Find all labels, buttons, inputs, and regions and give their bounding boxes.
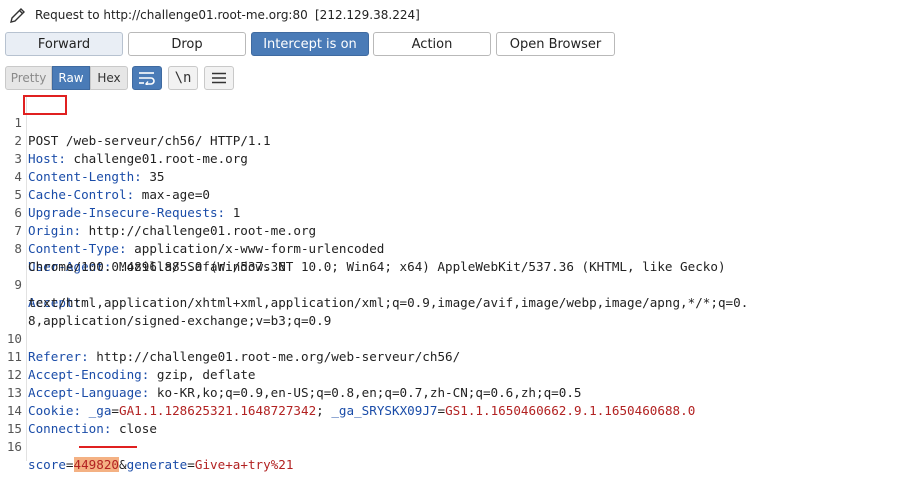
header-continuation: 8,application/signed-exchange;v=b3;q=0.9 <box>0 294 897 328</box>
intercept-button-row: Forward Drop Intercept is on Action Open… <box>0 32 897 58</box>
tab-pretty[interactable]: Pretty <box>5 66 52 90</box>
param-value-generate: Give+a+try%21 <box>194 457 294 472</box>
hamburger-icon <box>212 72 226 84</box>
message-toolbar: Pretty Raw Hex \n <box>0 66 897 92</box>
request-line: 1 POST /web-serveur/ch56/ HTTP/1.1 <box>0 96 897 148</box>
param-separator: & <box>119 457 127 472</box>
options-menu-button[interactable] <box>204 66 234 90</box>
header-line: 8 User-Agent: Mozilla/5.0 (Windows NT 10… <box>0 222 897 274</box>
intercept-toggle-button[interactable]: Intercept is on <box>251 32 369 56</box>
blank-line: 15 <box>0 402 897 436</box>
header-line: 2 Host: challenge01.root-me.org <box>0 114 897 166</box>
header-line: 7 Content-Type: application/x-www-form-u… <box>0 204 897 256</box>
post-method-annotation-box <box>23 95 67 115</box>
header-line: 4 Cache-Control: max-age=0 <box>0 150 897 202</box>
param-name-score: score <box>28 457 66 472</box>
word-wrap-icon <box>139 72 155 85</box>
header-line: 11 Accept-Encoding: gzip, deflate <box>0 330 897 382</box>
param-name-generate: generate <box>126 457 188 472</box>
header-line: 3 Content-Length: 35 <box>0 132 897 184</box>
header-line: 12 Accept-Language: ko-KR,ko;q=0.9,en-US… <box>0 348 897 400</box>
param-equals: = <box>187 457 195 472</box>
drop-button[interactable]: Drop <box>128 32 246 56</box>
header-line: 5 Upgrade-Insecure-Requests: 1 <box>0 168 897 220</box>
request-title: Request to http://challenge01.root-me.or… <box>35 8 308 22</box>
score-value-highlight[interactable]: 449820 <box>73 457 120 472</box>
request-body-line: 16 score=449820&generate=Give+a+try%21 <box>0 420 897 472</box>
open-browser-button[interactable]: Open Browser <box>496 32 615 56</box>
header-line: 10 Referer: http://challenge01.root-me.o… <box>0 312 897 364</box>
word-wrap-button[interactable] <box>132 66 162 90</box>
line-number: 16 <box>6 439 22 454</box>
pencil-icon <box>10 8 25 23</box>
tab-hex[interactable]: Hex <box>90 66 128 90</box>
request-titlebar: Request to http://challenge01.root-me.or… <box>0 0 897 30</box>
tab-raw[interactable]: Raw <box>52 66 90 90</box>
score-annotation-underline <box>79 446 137 448</box>
raw-request-editor[interactable]: 1 POST /web-serveur/ch56/ HTTP/1.1 2 Hos… <box>0 96 897 472</box>
action-button[interactable]: Action <box>373 32 491 56</box>
param-equals: = <box>65 457 74 472</box>
forward-button[interactable]: Forward <box>5 32 123 56</box>
header-continuation: Chrome/100.0.4896.88 Safari/537.36 <box>0 240 897 274</box>
cookie-line: 13 Cookie: _ga=GA1.1.128625321.164872734… <box>0 366 897 418</box>
header-continuation: text/html,application/xhtml+xml,applicat… <box>0 276 897 310</box>
header-line: 14 Connection: close <box>0 384 897 436</box>
header-line: 6 Origin: http://challenge01.root-me.org <box>0 186 897 238</box>
show-newlines-button[interactable]: \n <box>168 66 198 90</box>
header-line: 9 Accept: <box>0 258 897 310</box>
request-ip: [212.129.38.224] <box>315 8 420 22</box>
